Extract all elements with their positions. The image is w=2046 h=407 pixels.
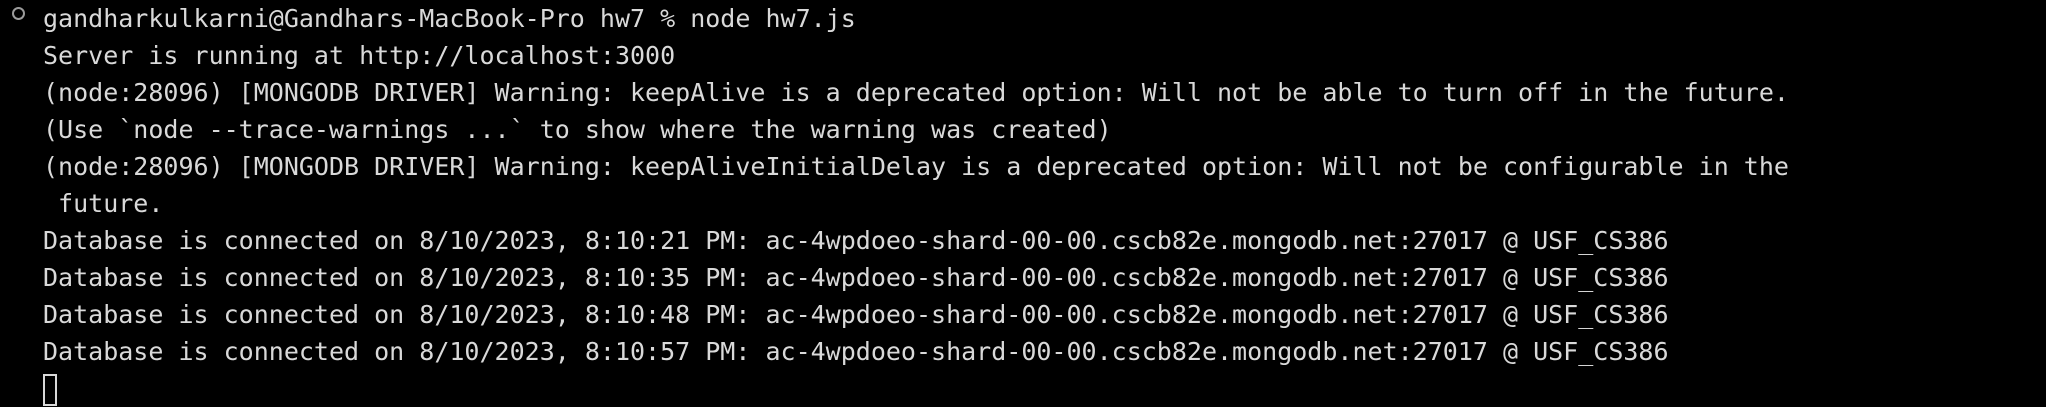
output-line: Database is connected on 8/10/2023, 8:10…: [43, 263, 1669, 292]
terminal-output: gandharkulkarni@Gandhars-MacBook-Pro hw7…: [43, 0, 2046, 407]
output-line: Database is connected on 8/10/2023, 8:10…: [43, 300, 1669, 329]
text-cursor: [43, 374, 57, 406]
output-line: future.: [43, 189, 164, 218]
output-line: (Use `node --trace-warnings ...` to show…: [43, 115, 1112, 144]
terminal-window[interactable]: gandharkulkarni@Gandhars-MacBook-Pro hw7…: [0, 0, 2046, 407]
output-line: Database is connected on 8/10/2023, 8:10…: [43, 226, 1669, 255]
output-line: Database is connected on 8/10/2023, 8:10…: [43, 337, 1669, 366]
output-line: (node:28096) [MONGODB DRIVER] Warning: k…: [43, 152, 1789, 181]
output-line: (node:28096) [MONGODB DRIVER] Warning: k…: [43, 78, 1789, 107]
command-prompt-line: gandharkulkarni@Gandhars-MacBook-Pro hw7…: [43, 4, 856, 33]
command-status-circle-icon: [12, 7, 25, 20]
output-line: Server is running at http://localhost:30…: [43, 41, 676, 70]
input-line[interactable]: [43, 370, 2046, 407]
